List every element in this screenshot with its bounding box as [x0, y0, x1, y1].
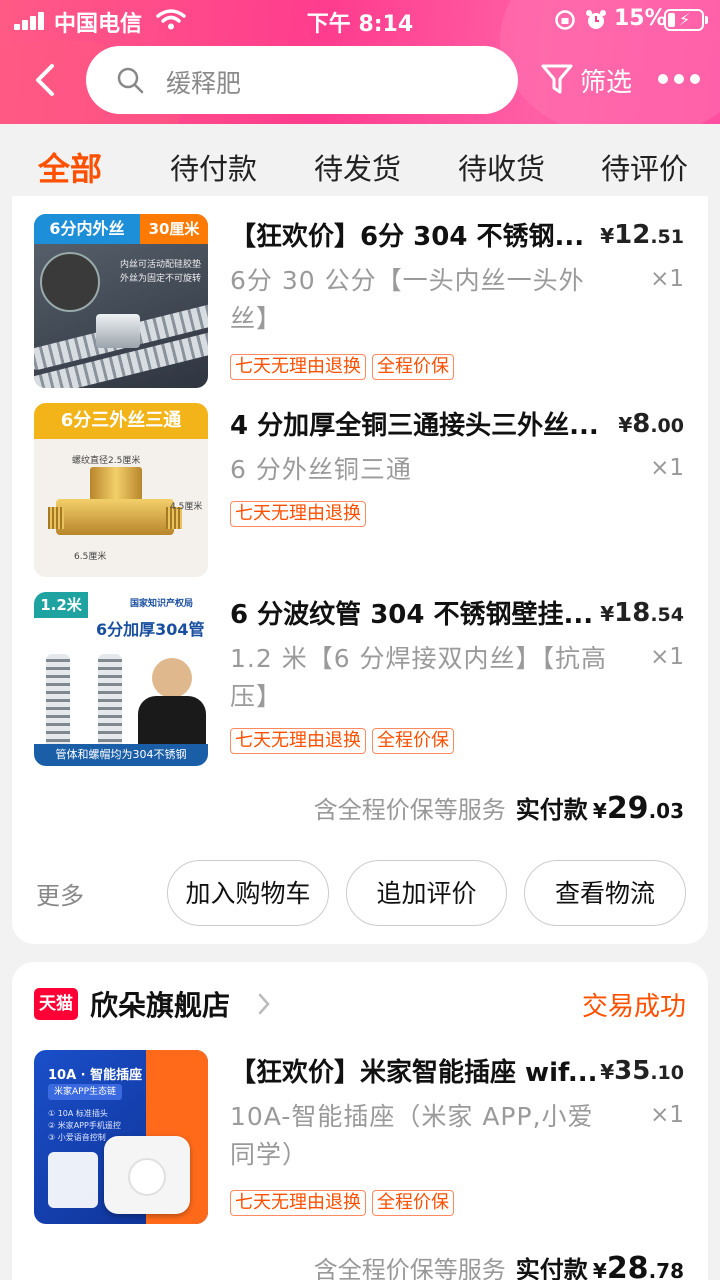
product-image: 6分内外丝 30厘米 内丝可活动配硅胶垫 外丝为固定不可旋转 [34, 214, 208, 388]
paid-label: 实付款 [515, 796, 588, 824]
tab-pending-review[interactable]: 待评价 [601, 146, 688, 188]
thumb-note: 国家知识产权局 [130, 599, 194, 609]
status-bar: 中国电信 下午 8:14 15% ⚡ [0, 0, 720, 40]
shop-name[interactable]: 欣朵旗舰店 [90, 984, 230, 1024]
thumb-label: 1.2米 [34, 592, 88, 618]
search-input[interactable]: 缓释肥 [86, 46, 518, 114]
thumb-note: ② 米家APP手机遥控 [48, 1121, 121, 1130]
header: 中国电信 下午 8:14 15% ⚡ 缓释肥 筛选 [0, 0, 720, 124]
service-tags: 七天无理由退换 全程价保 [230, 728, 460, 754]
tab-pending-receipt[interactable]: 待收货 [458, 146, 545, 188]
thumb-note: 内丝可活动配硅胶垫 [120, 260, 202, 270]
item-spec: 10A-智能插座（米家 APP,小爱同学） [230, 1102, 594, 1169]
tag-price-protection: 全程价保 [372, 354, 454, 380]
tag-7day-return: 七天无理由退换 [230, 354, 366, 380]
product-image: 1.2米 国家知识产权局 6分加厚304管 管体和螺帽均为304不锈钢 [34, 592, 208, 766]
thumb-note: 外丝为固定不可旋转 [120, 274, 202, 284]
thumb-label: 6分内外丝 [34, 214, 140, 244]
item-quantity: ×1 [650, 644, 684, 670]
paid-amount: 29 [606, 791, 649, 826]
service-summary: 含全程价保等服务 [313, 1256, 506, 1280]
add-review-button[interactable]: 追加评价 [346, 860, 507, 926]
item-title: 4 分加厚全铜三通接头三外丝... [230, 411, 599, 441]
more-actions-link[interactable]: 更多 [36, 876, 84, 911]
item-spec: 6分 30 公分【一头内丝一头外丝】 [230, 266, 585, 333]
tag-price-protection: 全程价保 [372, 728, 454, 754]
more-options-icon[interactable] [658, 74, 700, 88]
item-title: 6 分波纹管 304 不锈钢壁挂... [230, 600, 594, 630]
back-icon[interactable] [30, 62, 62, 98]
item-title: 【狂欢价】6分 304 不锈钢... [230, 222, 585, 252]
add-to-cart-button[interactable]: 加入购物车 [167, 860, 329, 926]
service-tags: 七天无理由退换 [230, 501, 372, 527]
item-title: 【狂欢价】米家智能插座 wif... [230, 1058, 598, 1088]
thumb-note: 螺纹直径2.5厘米 [72, 456, 141, 466]
tab-all[interactable]: 全部 [38, 144, 102, 190]
order-item[interactable]: 6分内外丝 30厘米 内丝可活动配硅胶垫 外丝为固定不可旋转 【狂欢价】6分 3… [12, 214, 708, 404]
paid-amount: 28 [606, 1251, 649, 1280]
thumb-note: 米家APP生态链 [48, 1084, 123, 1100]
thumb-note: 4.5厘米 [170, 502, 203, 512]
thumb-label: 30厘米 [140, 214, 208, 244]
tab-pending-payment[interactable]: 待付款 [170, 146, 257, 188]
tag-7day-return: 七天无理由退换 [230, 501, 366, 527]
tag-price-protection: 全程价保 [372, 1190, 454, 1216]
shop-header: 天猫 欣朵旗舰店 交易成功 [34, 984, 686, 1024]
item-price: ¥8.00 [618, 409, 684, 439]
service-tags: 七天无理由退换 全程价保 [230, 1190, 460, 1216]
order-status: 交易成功 [581, 992, 686, 1022]
item-spec: 1.2 米【6 分焊接双内丝】【抗高压】 [230, 644, 608, 711]
tab-pending-shipment[interactable]: 待发货 [314, 146, 401, 188]
search-icon [117, 67, 144, 94]
service-tags: 七天无理由退换 全程价保 [230, 354, 460, 380]
alarm-icon [586, 10, 606, 29]
product-image: 10A · 智能插座 米家APP生态链 ① 10A 标准插头 ② 米家APP手机… [34, 1050, 208, 1224]
search-query: 缓释肥 [166, 69, 242, 98]
filter-label: 筛选 [580, 68, 633, 98]
paid-label: 实付款 [515, 1256, 588, 1280]
chevron-right-icon[interactable] [256, 992, 272, 1016]
view-logistics-button[interactable]: 查看物流 [524, 860, 686, 926]
thumb-label: 6分三外丝三通 [34, 403, 208, 439]
thumb-note: 6.5厘米 [74, 552, 107, 562]
order-item[interactable]: 1.2米 国家知识产权局 6分加厚304管 管体和螺帽均为304不锈钢 6 分波… [12, 592, 708, 782]
thumb-note: ③ 小爱语音控制 [48, 1133, 106, 1142]
thumb-label: 6分加厚304管 [96, 620, 205, 639]
item-quantity: ×1 [650, 455, 684, 481]
order-card: 6分内外丝 30厘米 内丝可活动配硅胶垫 外丝为固定不可旋转 【狂欢价】6分 3… [12, 196, 708, 944]
product-image: 6分三外丝三通 螺纹直径2.5厘米 4.5厘米 6.5厘米 [34, 403, 208, 577]
order-total: 含全程价保等服务 实付款 ¥28.78 [314, 1250, 684, 1280]
order-card: 天猫 欣朵旗舰店 交易成功 10A · 智能插座 米家APP生态链 ① 10A … [12, 962, 708, 1280]
item-price: ¥12.51 [600, 220, 684, 250]
item-price: ¥35.10 [600, 1056, 684, 1086]
service-summary: 含全程价保等服务 [313, 796, 506, 824]
item-price: ¥18.54 [600, 598, 684, 628]
filter-icon [541, 64, 573, 94]
thumb-label: 10A · 智能插座 [48, 1068, 143, 1083]
battery-icon: ⚡ [664, 9, 708, 31]
thumb-note: ① 10A 标准插头 [48, 1109, 108, 1118]
rotation-lock-icon [555, 10, 575, 30]
item-quantity: ×1 [650, 266, 684, 292]
item-quantity: ×1 [650, 1102, 684, 1128]
battery-percent: 15% [614, 6, 667, 31]
tmall-badge: 天猫 [34, 988, 78, 1020]
order-total: 含全程价保等服务 实付款 ¥29.03 [313, 791, 684, 826]
thumb-label: 管体和螺帽均为304不锈钢 [34, 744, 208, 766]
tag-7day-return: 七天无理由退换 [230, 1190, 366, 1216]
order-item[interactable]: 6分三外丝三通 螺纹直径2.5厘米 4.5厘米 6.5厘米 4 分加厚全铜三通接… [12, 403, 708, 583]
item-spec: 6 分外丝铜三通 [230, 455, 412, 484]
order-item[interactable]: 10A · 智能插座 米家APP生态链 ① 10A 标准插头 ② 米家APP手机… [12, 1050, 708, 1240]
tag-7day-return: 七天无理由退换 [230, 728, 366, 754]
clock: 下午 8:14 [306, 12, 414, 37]
